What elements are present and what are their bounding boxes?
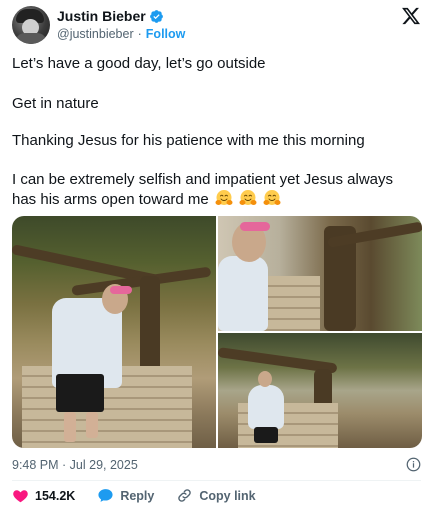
- like-button[interactable]: 154.2K: [12, 487, 75, 504]
- author-name[interactable]: Justin Bieber: [57, 8, 146, 24]
- tweet-text-line: Let’s have a good day, let’s go outside: [12, 55, 266, 72]
- heart-icon: [13, 490, 28, 503]
- media-photo-3[interactable]: [218, 333, 422, 448]
- media-photo-2[interactable]: [218, 216, 422, 331]
- tweet-timestamp[interactable]: 9:48 PM · Jul 29, 2025: [12, 458, 138, 472]
- copy-link-button[interactable]: Copy link: [176, 487, 256, 504]
- avatar[interactable]: [12, 6, 50, 44]
- tweet-text-line: has his arms open toward me: [12, 191, 209, 208]
- author-handle[interactable]: @justinbieber: [57, 27, 134, 41]
- hugging-face-icon: [263, 190, 281, 205]
- link-icon: [178, 489, 192, 502]
- tweet-text-line: Thanking Jesus for his patience with me …: [12, 132, 365, 149]
- tweet-text-last-row: has his arms open toward me: [12, 189, 422, 210]
- hugging-face-icon: [215, 190, 233, 205]
- tweet-card: Justin Bieber @justinbieber · Follow Let…: [0, 0, 433, 512]
- tweet-text-line: Get in nature: [12, 95, 99, 112]
- x-logo-icon[interactable]: [401, 6, 421, 26]
- author-handle-row: @justinbieber · Follow: [57, 27, 185, 41]
- verified-badge-icon: [149, 9, 163, 23]
- divider: [12, 480, 421, 481]
- media-grid: [12, 216, 422, 448]
- copy-link-label: Copy link: [199, 488, 256, 503]
- like-count: 154.2K: [35, 488, 76, 503]
- separator-dot: ·: [137, 27, 142, 41]
- media-photo-1[interactable]: [12, 216, 216, 448]
- reply-label: Reply: [120, 488, 155, 503]
- tweet-text-line: I can be extremely selfish and impatient…: [12, 171, 394, 188]
- reply-bubble-icon: [98, 489, 113, 502]
- follow-button[interactable]: Follow: [146, 27, 186, 41]
- action-bar: 154.2K Reply Copy link: [12, 487, 278, 504]
- author-name-row: Justin Bieber: [57, 8, 164, 24]
- reply-button[interactable]: Reply: [97, 487, 154, 504]
- hugging-face-icon: [239, 190, 257, 205]
- info-icon[interactable]: [406, 457, 421, 472]
